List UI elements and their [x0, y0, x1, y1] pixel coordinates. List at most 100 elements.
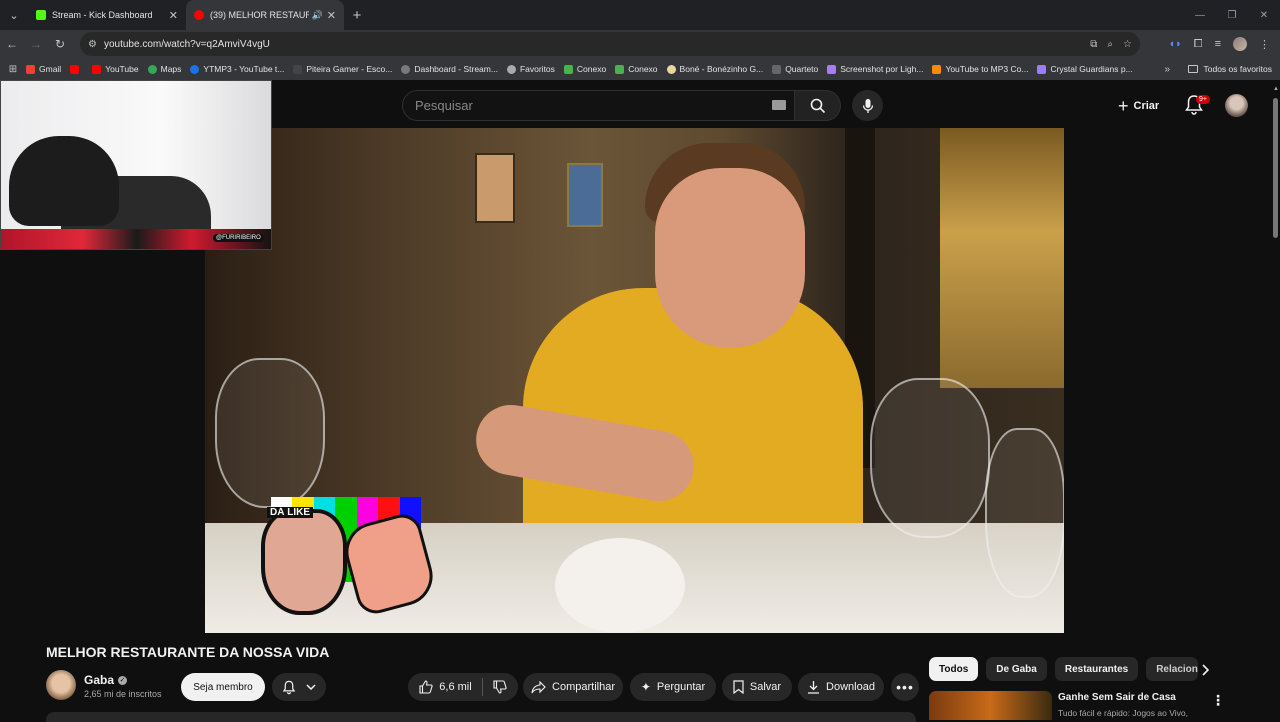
bookmark-item[interactable]: Screenshot por Ligh...: [827, 64, 923, 74]
share-button[interactable]: Compartilhar: [523, 673, 623, 701]
close-window-icon[interactable]: ✕: [1248, 0, 1280, 30]
download-button[interactable]: Download: [798, 673, 884, 701]
account-avatar[interactable]: [1225, 94, 1248, 117]
bookmark-item[interactable]: Favoritos: [506, 64, 555, 74]
save-button[interactable]: Salvar: [722, 673, 792, 701]
extension-icon[interactable]: ◖◗: [1168, 38, 1181, 50]
more-actions-button[interactable]: •••: [891, 673, 919, 701]
dashboard-icon: [401, 64, 411, 74]
reload-icon[interactable]: ↻: [48, 37, 72, 51]
search-input[interactable]: Pesquisar: [402, 90, 795, 121]
bookmark-item[interactable]: YouTube: [92, 64, 139, 74]
maps-pin-icon: [147, 64, 157, 74]
plus-icon: +: [1118, 95, 1129, 116]
conexo-icon: [615, 64, 625, 74]
globe-icon: [506, 64, 516, 74]
like-dislike-group: 6,6 mil: [408, 673, 518, 701]
omnibox-actions: ⧉ ⌕ ☆: [1090, 32, 1132, 56]
site-info-icon[interactable]: ⚙: [88, 39, 97, 50]
tab-title: Stream - Kick Dashboard: [52, 10, 153, 20]
new-tab-button[interactable]: +: [344, 7, 370, 24]
mp3-converter-icon: [932, 64, 942, 74]
join-membership-button[interactable]: Seja membro: [181, 673, 265, 701]
bookmark-item[interactable]: Dashboard - Stream...: [401, 64, 498, 74]
close-tab-icon[interactable]: ✕: [327, 9, 336, 22]
window-controls: — ❐ ✕: [1184, 0, 1280, 30]
recommendation-thumbnail[interactable]: [929, 691, 1052, 720]
like-button[interactable]: 6,6 mil: [419, 680, 472, 694]
keyboard-icon[interactable]: [772, 100, 786, 110]
address-bar[interactable]: ⚙ youtube.com/watch?v=q2AmviV4vgU ⧉ ⌕ ☆: [80, 32, 1140, 56]
webcam-handle-tag: @FURIRIBEIRO: [213, 234, 264, 242]
recommendation-menu-button[interactable]: ⋮: [1211, 692, 1225, 708]
minimize-icon[interactable]: —: [1184, 0, 1216, 30]
tab-search-button[interactable]: ⌄: [0, 0, 28, 30]
like-count: 6,6 mil: [439, 681, 472, 693]
search-button[interactable]: [795, 90, 841, 121]
video-frame: [215, 358, 325, 508]
download-icon: [808, 681, 820, 694]
video-frame: [870, 378, 990, 538]
bookmark-item[interactable]: Gmail: [26, 64, 61, 74]
piteira-icon: [293, 64, 303, 74]
channel-name-link[interactable]: Gaba ✓: [84, 673, 128, 687]
sticker-text: DÁ LIKE: [267, 507, 313, 518]
video-title: MELHOR RESTAURANTE DA NOSSA VIDA: [46, 644, 330, 660]
bookmarks-overflow-button[interactable]: »: [1164, 58, 1170, 80]
close-tab-icon[interactable]: ✕: [169, 9, 178, 22]
video-frame: [940, 128, 1064, 388]
youtube-icon: [70, 64, 80, 74]
all-bookmarks-folder[interactable]: Todos os favoritos: [1188, 58, 1272, 80]
chip-de-gaba[interactable]: De Gaba: [986, 657, 1047, 681]
speaker-icon[interactable]: 🔊: [312, 10, 323, 21]
extensions-puzzle-icon[interactable]: ⧠: [1194, 38, 1203, 51]
chips-next-button[interactable]: [1197, 660, 1215, 680]
conexo-icon: [563, 64, 573, 74]
like-sticker-overlay: DÁ LIKE: [249, 497, 440, 619]
description-box[interactable]: [46, 712, 916, 722]
thumbs-down-icon[interactable]: [493, 680, 507, 694]
chip-restaurantes[interactable]: Restaurantes: [1054, 657, 1139, 681]
restore-icon[interactable]: ❐: [1216, 0, 1248, 30]
bookmark-item[interactable]: Quarteto: [772, 64, 818, 74]
video-frame: [567, 163, 603, 227]
more-vertical-icon: ⋮: [1211, 691, 1225, 708]
bookmark-star-icon[interactable]: ☆: [1123, 39, 1132, 50]
voice-search-button[interactable]: [852, 90, 883, 121]
zoom-icon[interactable]: ⌕: [1107, 39, 1113, 50]
install-app-icon[interactable]: ⧉: [1090, 39, 1097, 50]
ask-button[interactable]: ✦ Perguntar: [630, 673, 716, 701]
profile-avatar[interactable]: [1233, 37, 1247, 51]
create-button[interactable]: + Criar: [1112, 92, 1165, 120]
extensions-area: ◖◗ ⧠ ≡ ⋮: [1168, 30, 1270, 58]
bookmark-item[interactable]: Maps: [147, 64, 181, 74]
bookmark-item[interactable]: Piteira Gamer - Esco...: [293, 64, 392, 74]
bookmark-item[interactable]: YTMP3 - YouTube t...: [190, 64, 284, 74]
scroll-up-icon[interactable]: ▲: [1272, 86, 1280, 92]
channel-avatar[interactable]: [46, 670, 76, 700]
bookmark-item[interactable]: YouTube to MP3 Co...: [932, 64, 1028, 74]
video-frame: [655, 168, 805, 348]
bookmark-item[interactable]: Boné - Bonézinho G...: [666, 64, 763, 74]
chip-todos[interactable]: Todos: [929, 657, 979, 681]
scrollbar-thumb[interactable]: [1273, 98, 1278, 238]
bookmark-item[interactable]: Conexo: [615, 64, 658, 74]
apps-grid-icon[interactable]: ⊞: [0, 64, 26, 75]
bookmark-item[interactable]: Conexo: [563, 64, 606, 74]
youtube-favicon-icon: [194, 10, 204, 20]
video-frame: [985, 428, 1064, 598]
bookmark-icon: [733, 680, 744, 694]
media-controls-icon[interactable]: ≡: [1215, 38, 1221, 50]
share-arrow-icon: [531, 680, 546, 693]
recommendation-title[interactable]: Ganhe Sem Sair de Casa: [1058, 692, 1176, 703]
bookmark-item[interactable]: [70, 64, 83, 74]
tab-kick-dashboard[interactable]: Stream - Kick Dashboard ✕: [28, 0, 186, 30]
back-icon[interactable]: ←: [0, 37, 24, 51]
chevron-right-icon: [1202, 664, 1210, 676]
tab-youtube-video[interactable]: (39) MELHOR RESTAURANTE 🔊 ✕: [186, 0, 344, 30]
subscription-bell-button[interactable]: [272, 673, 326, 701]
bookmark-item[interactable]: Crystal Guardians p...: [1037, 64, 1133, 74]
forward-icon[interactable]: →: [24, 37, 48, 51]
chip-relacionados[interactable]: Relacionad: [1146, 657, 1199, 681]
menu-kebab-icon[interactable]: ⋮: [1259, 38, 1270, 51]
